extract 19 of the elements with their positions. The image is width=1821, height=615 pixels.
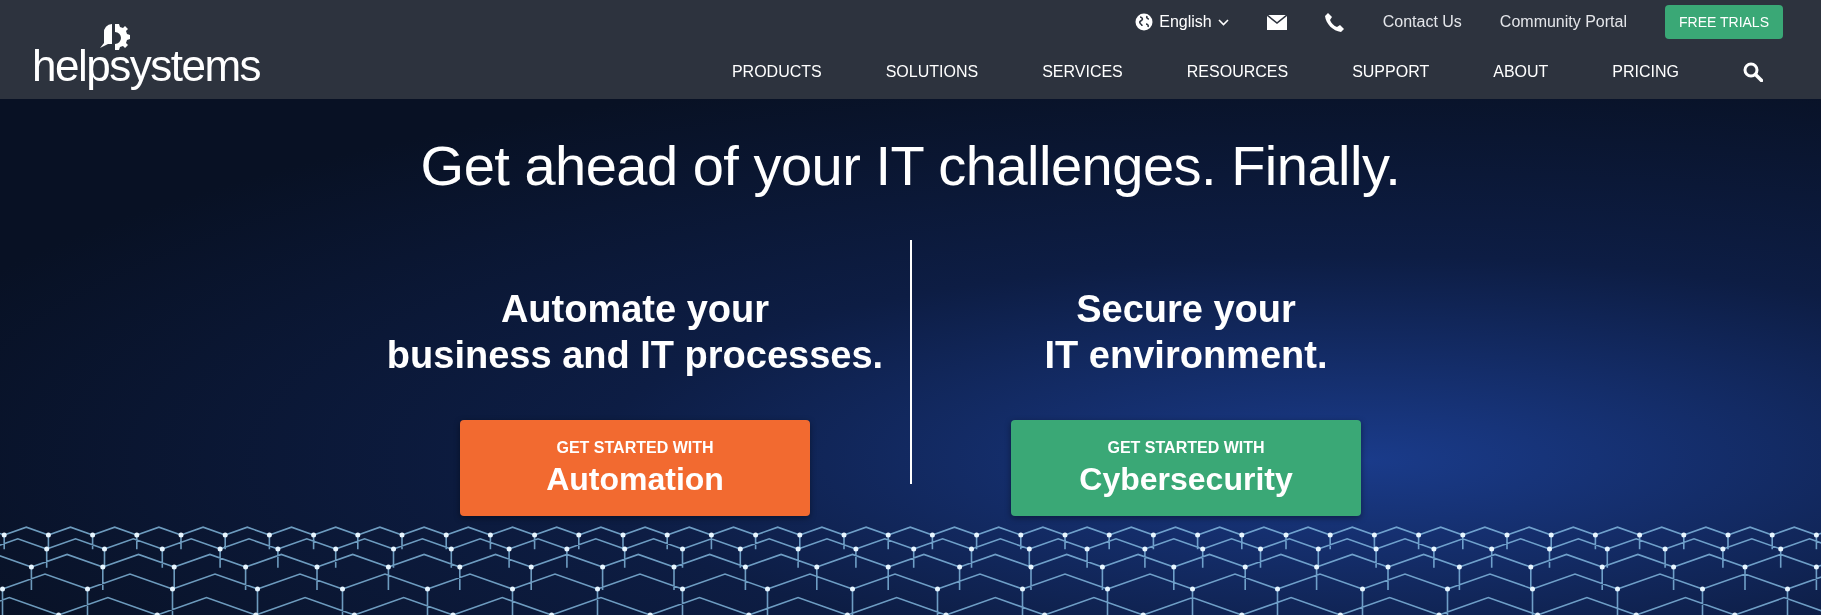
column-title: Secure your IT environment. <box>1044 287 1328 378</box>
nav-item[interactable]: SOLUTIONS <box>885 62 979 81</box>
utility-link[interactable]: Community Portal <box>1499 13 1627 31</box>
phone-icon[interactable] <box>1324 12 1345 32</box>
nav-item[interactable]: PRICING <box>1612 62 1679 81</box>
nav-item[interactable]: ABOUT <box>1493 62 1549 81</box>
chevron-down-icon <box>1217 18 1229 26</box>
nav-item[interactable]: SUPPORT <box>1352 62 1430 81</box>
nav-item[interactable]: RESOURCES <box>1186 62 1289 81</box>
logo-text[interactable]: helpsystems <box>32 43 261 88</box>
nav-item[interactable]: PRODUCTS <box>731 62 822 81</box>
mail-icon[interactable] <box>1266 14 1287 30</box>
column-title: Automate your business and IT processes. <box>386 287 884 378</box>
utility-link[interactable]: Contact Us <box>1382 13 1462 31</box>
hero-headline: Get ahead of your IT challenges. Finally. <box>420 133 1401 198</box>
language-selector[interactable]: English <box>1135 13 1229 31</box>
search-icon[interactable] <box>1743 61 1763 82</box>
globe-icon <box>1135 13 1154 31</box>
nav-item[interactable]: SERVICES <box>1042 62 1123 81</box>
